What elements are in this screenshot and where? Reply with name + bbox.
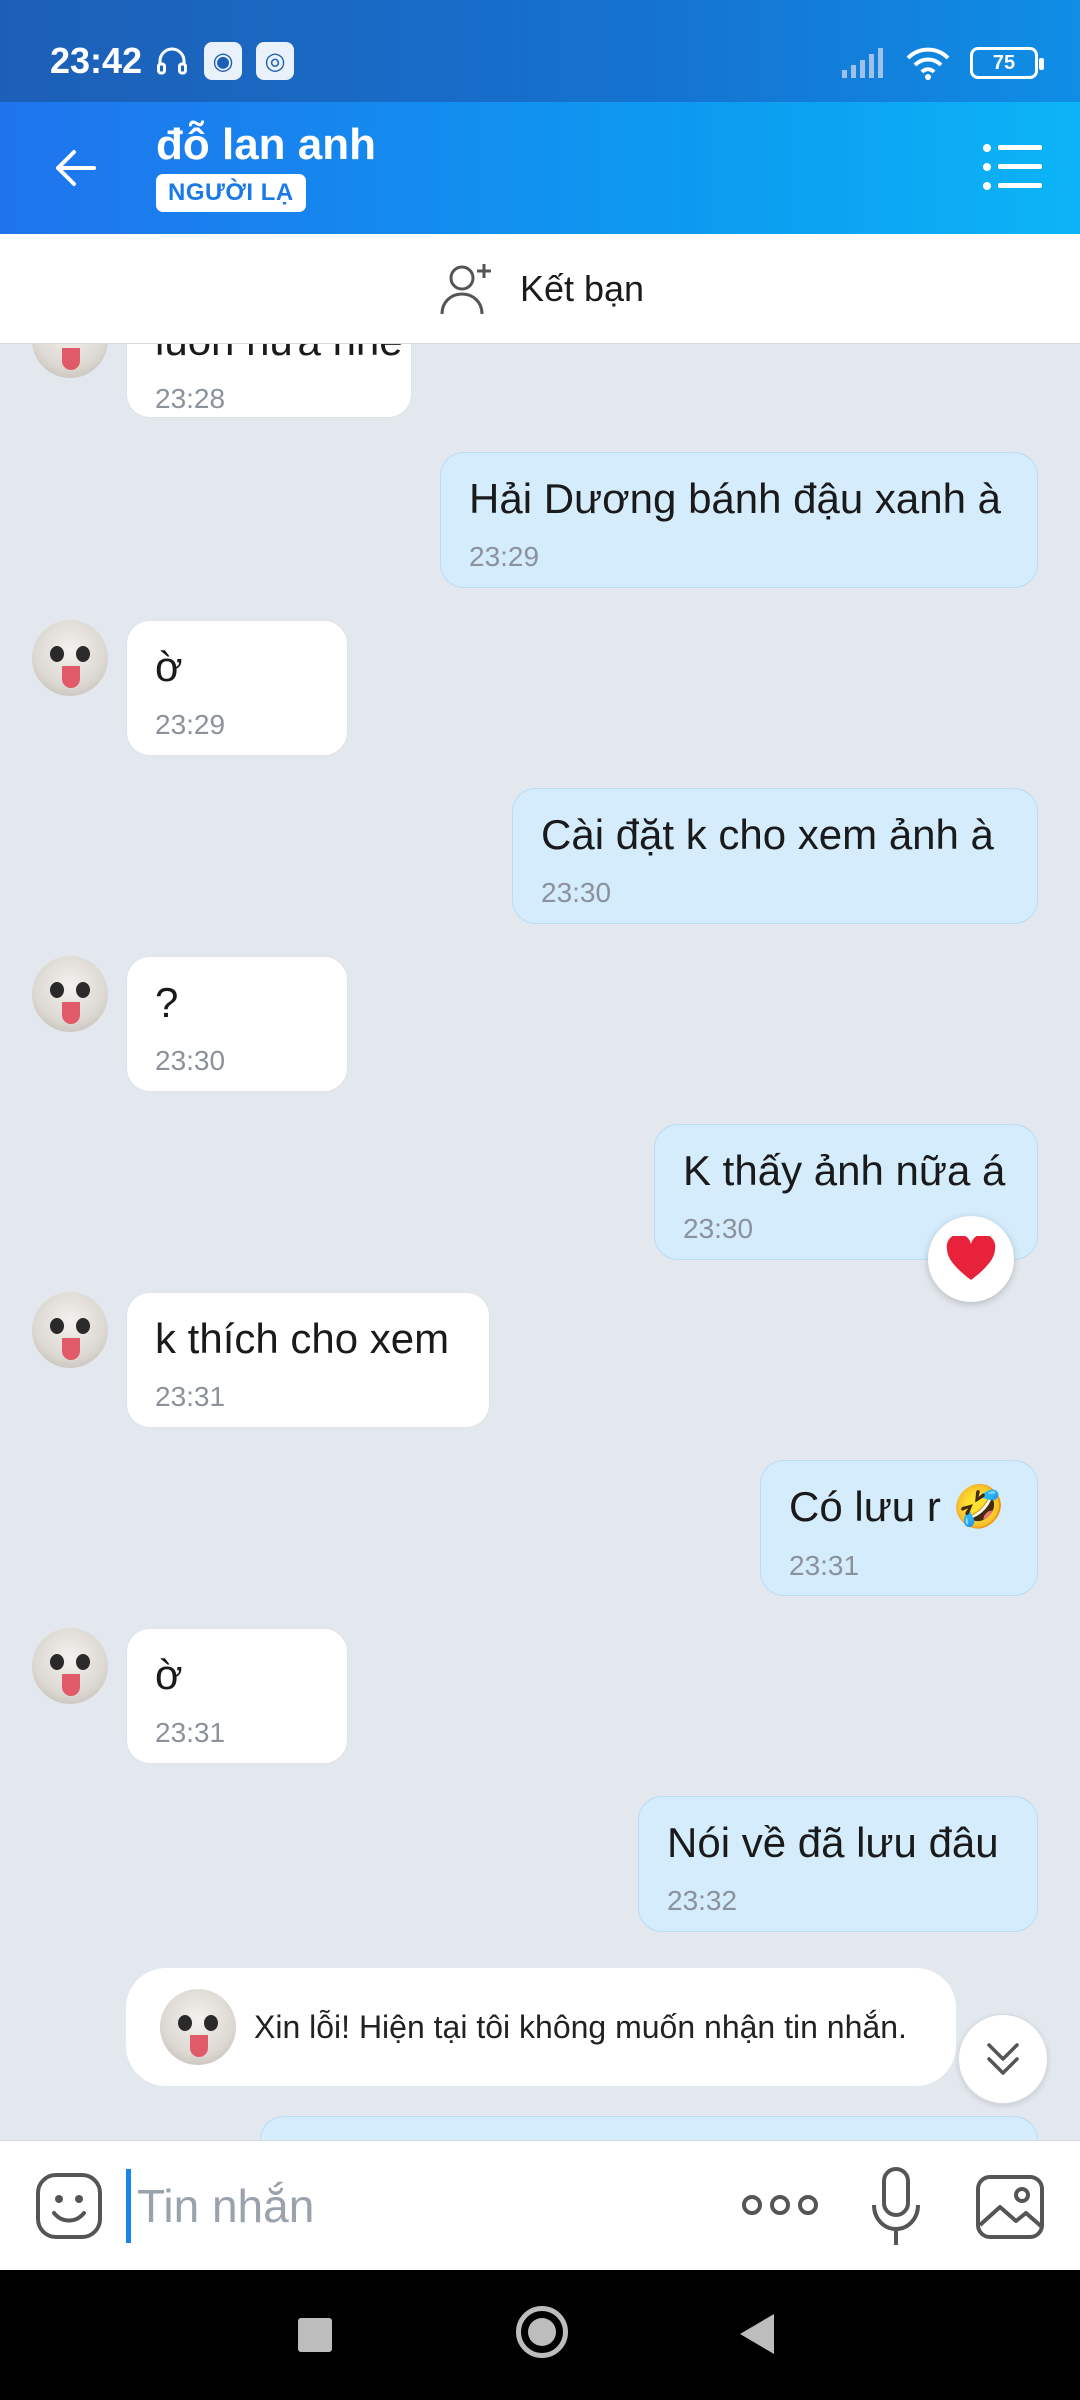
back-arrow-icon[interactable] bbox=[48, 140, 104, 196]
message-text: luôn nữa nhé bbox=[155, 344, 403, 365]
message-text: Hải Dương bánh đậu xanh à bbox=[469, 475, 1002, 522]
stranger-badge: NGƯỜI LẠ bbox=[156, 174, 306, 212]
message-incoming[interactable]: luôn nữa nhé 23:28 bbox=[126, 344, 412, 418]
message-time: 23:31 bbox=[155, 1717, 226, 1748]
message-text: ờ bbox=[155, 643, 183, 690]
auto-reply-text: Xin lỗi! Hiện tại tôi không muốn nhận ti… bbox=[254, 2008, 907, 2045]
message-time: 23:32 bbox=[667, 1885, 738, 1916]
message-time: 23:30 bbox=[541, 877, 612, 908]
message-outgoing[interactable]: Nói về đã lưu đâu 23:32 bbox=[638, 1796, 1038, 1932]
message-time: 23:30 bbox=[155, 1045, 226, 1076]
chat-header: đỗ lan anh NGƯỜI LẠ bbox=[0, 102, 1080, 234]
menu-list-icon[interactable] bbox=[982, 142, 1042, 192]
message-time: 23:28 bbox=[155, 383, 226, 414]
message-text: Có lưu r 🤣 bbox=[789, 1483, 1005, 1530]
contact-avatar[interactable] bbox=[32, 1292, 108, 1368]
status-time: 23:42 bbox=[50, 40, 143, 81]
heart-icon bbox=[946, 1236, 996, 1280]
double-chevron-down-icon bbox=[987, 2043, 1019, 2075]
message-input-bar bbox=[0, 2140, 1080, 2270]
status-bar: 23:42 ◉ ◎ 75 bbox=[0, 0, 1080, 102]
home-button[interactable] bbox=[516, 2306, 568, 2358]
message-time: 23:31 bbox=[155, 1381, 226, 1412]
wifi-icon bbox=[906, 47, 950, 80]
heart-reaction[interactable] bbox=[928, 1216, 1014, 1302]
headphones-icon bbox=[157, 47, 187, 75]
message-outgoing[interactable]: Cài đặt k cho xem ảnh à 23:30 bbox=[512, 788, 1038, 924]
message-outgoing-partial[interactable] bbox=[260, 2116, 1038, 2140]
message-time: 23:31 bbox=[789, 1550, 860, 1581]
message-outgoing[interactable]: Hải Dương bánh đậu xanh à 23:29 bbox=[440, 452, 1038, 588]
scroll-to-bottom-button[interactable] bbox=[958, 2014, 1048, 2104]
contact-avatar[interactable] bbox=[32, 344, 108, 378]
more-options-icon[interactable] bbox=[740, 2185, 820, 2225]
status-system-icons: 75 bbox=[842, 46, 1044, 80]
message-text: K thấy ảnh nữa á bbox=[683, 1147, 1006, 1194]
auto-reply-notice: Xin lỗi! Hiện tại tôi không muốn nhận ti… bbox=[126, 1968, 956, 2086]
add-friend-label: Kết bạn bbox=[519, 267, 645, 309]
message-incoming[interactable]: ? 23:30 bbox=[126, 956, 348, 1092]
battery-level: 75 bbox=[992, 51, 1016, 74]
chat-area[interactable]: luôn nữa nhé 23:28 Hải Dương bánh đậu xan… bbox=[0, 344, 1080, 2140]
message-text: Cài đặt k cho xem ảnh à bbox=[541, 811, 994, 858]
contact-avatar[interactable] bbox=[32, 956, 108, 1032]
app-notification-icon: ◎ bbox=[256, 42, 294, 80]
status-notification-icons: ◉ ◎ bbox=[154, 42, 294, 80]
app-notification-icon: ◉ bbox=[204, 42, 242, 80]
battery-indicator: 75 bbox=[970, 47, 1044, 79]
message-outgoing[interactable]: Có lưu r 🤣 23:31 bbox=[760, 1460, 1038, 1596]
image-gallery-icon[interactable] bbox=[974, 2171, 1046, 2243]
add-friend-bar[interactable]: Kết bạn bbox=[0, 234, 1080, 344]
contact-name[interactable]: đỗ lan anh bbox=[156, 120, 376, 170]
message-text: Nói về đã lưu đâu bbox=[667, 1819, 999, 1866]
back-button[interactable] bbox=[740, 2314, 774, 2354]
message-text: ? bbox=[155, 979, 179, 1026]
message-text: ờ bbox=[155, 1651, 183, 1698]
microphone-icon[interactable] bbox=[866, 2165, 926, 2249]
system-navigation-bar bbox=[0, 2270, 1080, 2400]
message-input[interactable] bbox=[126, 2169, 706, 2243]
message-incoming[interactable]: ờ 23:31 bbox=[126, 1628, 348, 1764]
message-time: 23:29 bbox=[155, 709, 226, 740]
message-time: 23:29 bbox=[469, 541, 540, 572]
contact-avatar[interactable] bbox=[32, 620, 108, 696]
add-friend-icon bbox=[440, 263, 491, 314]
message-incoming[interactable]: k thích cho xem 23:31 bbox=[126, 1292, 490, 1428]
contact-avatar bbox=[160, 1989, 236, 2065]
message-incoming[interactable]: ờ 23:29 bbox=[126, 620, 348, 756]
message-text: k thích cho xem bbox=[155, 1315, 450, 1362]
recent-apps-button[interactable] bbox=[298, 2318, 332, 2352]
signal-icon bbox=[842, 48, 883, 78]
sticker-emoji-icon[interactable] bbox=[34, 2171, 104, 2241]
contact-avatar[interactable] bbox=[32, 1628, 108, 1704]
